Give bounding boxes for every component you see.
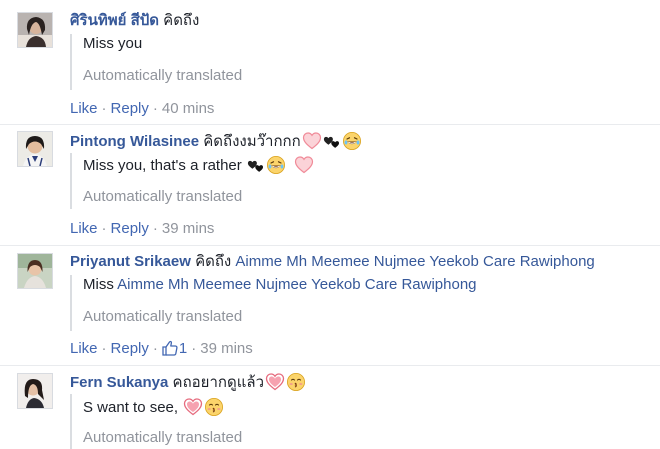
auto-translated-label[interactable]: Automatically translated	[83, 429, 242, 447]
like-link[interactable]: Like	[70, 340, 98, 357]
heart-icon	[183, 397, 203, 417]
comment-text: คิดถึงงมว๊ากกก	[203, 133, 301, 150]
thumbs-up-icon[interactable]	[162, 340, 178, 356]
comment-text: คิดถึง	[195, 253, 232, 270]
separator: ·	[101, 100, 107, 117]
comment-actions: Like · Reply · 1 · 39 mins	[70, 340, 253, 358]
timestamp[interactable]: 39 mins	[162, 220, 215, 237]
like-count[interactable]: 1	[179, 340, 187, 357]
comment-header: ศิรินทิพย์ สีปัด คิดถึง	[70, 12, 199, 30]
laughing-face-icon	[266, 155, 286, 175]
timestamp[interactable]: 40 mins	[162, 100, 215, 117]
comment-header: Priyanut Srikaew คิดถึง Aimme Mh Meemee …	[70, 253, 595, 271]
avatar[interactable]	[17, 253, 53, 289]
translation-block: S want to see, Automatically translated	[70, 394, 242, 449]
avatar[interactable]	[17, 131, 53, 167]
kissing-face-icon	[204, 397, 224, 417]
divider	[0, 124, 660, 125]
author-name[interactable]: Fern Sukanya	[70, 374, 168, 391]
reply-link[interactable]: Reply	[111, 100, 149, 117]
heart-icon	[302, 131, 322, 151]
tagged-people-link[interactable]: Aimme Mh Meemee Nujmee Yeekob Care Rawip…	[117, 276, 476, 293]
separator: ·	[101, 340, 107, 357]
black-hearts-icon	[323, 133, 341, 151]
translation-text-value: Miss you, that's a rather	[83, 157, 242, 174]
comment-text: คิดถึง	[163, 12, 200, 29]
separator: ·	[152, 340, 158, 357]
translation-block: Miss Aimme Mh Meemee Nujmee Yeekob Care …	[70, 275, 477, 331]
laughing-face-icon	[342, 131, 362, 151]
comment-header: Pintong Wilasinee คิดถึงงมว๊ากกก	[70, 131, 362, 151]
translation-block: Miss you Automatically translated	[70, 34, 242, 90]
comment-actions: Like · Reply · 39 mins	[70, 220, 214, 238]
like-link[interactable]: Like	[70, 220, 98, 237]
auto-translated-label[interactable]: Automatically translated	[83, 308, 477, 326]
translation-text: Miss you	[83, 35, 143, 52]
divider	[0, 245, 660, 246]
like-link[interactable]: Like	[70, 100, 98, 117]
translation-block: Miss you, that's a rather Automatically …	[70, 153, 314, 209]
auto-translated-label[interactable]: Automatically translated	[83, 67, 242, 85]
reply-link[interactable]: Reply	[111, 220, 149, 237]
kissing-face-icon	[286, 372, 306, 392]
translation-text-value: Miss	[83, 276, 114, 293]
tagged-people-link[interactable]: Aimme Mh Meemee Nujmee Yeekob Care Rawip…	[235, 253, 594, 270]
heart-icon	[265, 372, 285, 392]
separator: ·	[191, 340, 197, 357]
translation-text: S want to see,	[83, 394, 242, 417]
auto-translated-label[interactable]: Automatically translated	[83, 188, 314, 206]
comment-text: คถอยากดูแล้ว	[172, 374, 264, 391]
reply-link[interactable]: Reply	[111, 340, 149, 357]
translation-text-value: S want to see,	[83, 399, 179, 416]
translation-text: Miss Aimme Mh Meemee Nujmee Yeekob Care …	[83, 275, 477, 294]
heart-icon	[294, 155, 314, 175]
avatar[interactable]	[17, 12, 53, 48]
separator: ·	[101, 220, 107, 237]
comments-panel: { "comments": [ { "author": "ศิรินทิพย์ …	[0, 0, 660, 449]
separator: ·	[152, 100, 158, 117]
black-hearts-icon	[247, 157, 265, 175]
separator: ·	[152, 220, 158, 237]
translation-text: Miss you, that's a rather	[83, 153, 314, 175]
author-name[interactable]: ศิรินทิพย์ สีปัด	[70, 12, 159, 29]
author-name[interactable]: Priyanut Srikaew	[70, 253, 191, 270]
comment-actions: Like · Reply · 40 mins	[70, 100, 214, 118]
comment-header: Fern Sukanya คถอยากดูแล้ว	[70, 372, 306, 392]
divider	[0, 365, 660, 366]
timestamp[interactable]: 39 mins	[200, 340, 253, 357]
author-name[interactable]: Pintong Wilasinee	[70, 133, 199, 150]
avatar[interactable]	[17, 373, 53, 409]
